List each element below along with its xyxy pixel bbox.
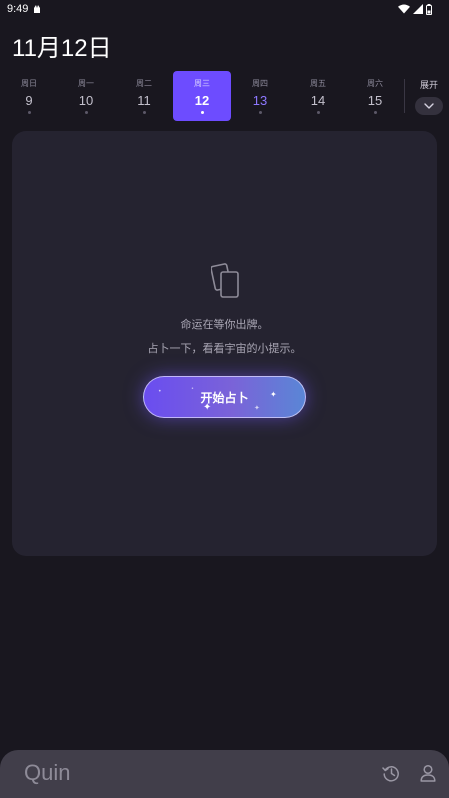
week-strip: 周日 9 周一 10 周二 11 周三 12 周四 13 周五 14 周六 15… <box>0 71 449 123</box>
day-dot <box>84 111 88 114</box>
signal-icon <box>413 4 423 14</box>
notification-app-icon <box>34 5 40 13</box>
page-title: 11月12日 <box>12 35 112 62</box>
day-dot <box>200 111 204 114</box>
reading-card: 命运在等你出牌。 占卜一下，看看宇宙的小提示。 • • ✦ ✦ ✦ 开始占卜 <box>12 131 437 556</box>
day-number: 15 <box>367 93 383 108</box>
day-name: 周二 <box>136 79 152 88</box>
day-number: 14 <box>310 93 326 108</box>
day-dot <box>142 111 146 114</box>
wifi-icon <box>398 4 410 14</box>
day-monday[interactable]: 周一 10 <box>57 71 115 121</box>
bottom-bar: Quin <box>0 750 449 798</box>
status-icons <box>398 3 432 15</box>
day-name: 周四 <box>252 79 268 88</box>
status-time: 9:49 <box>7 3 29 15</box>
day-number: 10 <box>78 93 94 108</box>
day-dot <box>27 111 31 114</box>
status-bar: 9:49 <box>0 0 449 20</box>
start-reading-button[interactable]: • • ✦ ✦ ✦ 开始占卜 <box>143 376 306 418</box>
start-reading-label: 开始占卜 <box>200 391 249 405</box>
day-name: 周一 <box>78 79 94 88</box>
chevron-down-icon <box>424 103 434 109</box>
day-dot <box>316 111 320 114</box>
expand-label: 展开 <box>419 81 438 91</box>
empty-state-message: 命运在等你出牌。 <box>180 318 269 331</box>
expand-button[interactable] <box>415 97 443 115</box>
day-friday[interactable]: 周五 14 <box>289 71 347 121</box>
day-thursday[interactable]: 周四 13 <box>231 71 289 121</box>
empty-state-hint: 占卜一下，看看宇宙的小提示。 <box>147 342 302 355</box>
battery-icon <box>426 3 432 15</box>
day-name: 周五 <box>310 79 326 88</box>
app-logo: Quin <box>24 760 71 785</box>
day-number: 13 <box>252 93 268 108</box>
day-name: 周三 <box>194 79 210 88</box>
day-name: 周日 <box>21 79 37 88</box>
day-name: 周六 <box>367 79 383 88</box>
day-number: 9 <box>25 93 33 108</box>
profile-icon[interactable] <box>420 764 436 782</box>
day-wednesday[interactable]: 周三 12 <box>173 71 231 121</box>
history-icon[interactable] <box>382 764 400 782</box>
cards-icon <box>211 263 239 298</box>
day-saturday[interactable]: 周六 15 <box>346 71 404 121</box>
week-divider <box>404 79 405 113</box>
day-dot <box>373 111 377 114</box>
day-dot <box>258 111 262 114</box>
day-number: 12 <box>194 93 210 108</box>
day-number: 11 <box>137 93 151 108</box>
day-tuesday[interactable]: 周二 11 <box>115 71 173 121</box>
day-sunday[interactable]: 周日 9 <box>0 71 58 121</box>
